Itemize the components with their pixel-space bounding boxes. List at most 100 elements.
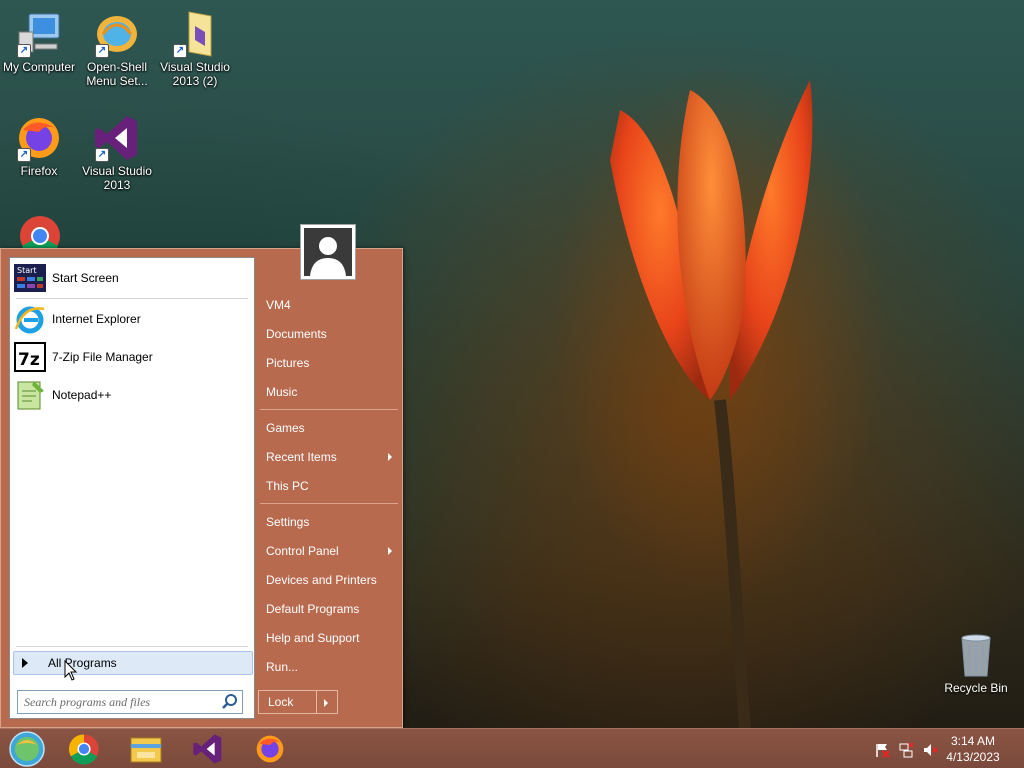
taskbar-file-explorer[interactable]: [126, 732, 166, 766]
menu-item-label: VM4: [266, 298, 291, 312]
firefox-icon: ↗: [15, 114, 63, 162]
chrome-icon: [20, 216, 60, 248]
menu-item-run[interactable]: Run...: [258, 654, 398, 680]
taskbar-firefox[interactable]: [250, 732, 290, 766]
visual-studio-icon: ↗: [93, 114, 141, 162]
program-start-screen[interactable]: Start Start Screen: [14, 261, 250, 295]
program-notepad-plus-plus[interactable]: Notepad++: [14, 378, 250, 412]
seven-zip-icon: 7z: [14, 342, 46, 372]
taskbar: 3:14 AM 4/13/2023: [0, 728, 1024, 768]
menu-item-music[interactable]: Music: [258, 379, 398, 405]
start-screen-icon: Start: [14, 264, 46, 292]
folder-icon: ↗: [171, 10, 219, 58]
recycle-bin-icon: [961, 634, 991, 677]
menu-item-help-and-support[interactable]: Help and Support: [258, 625, 398, 651]
menu-separator: [260, 503, 398, 504]
menu-item-label: This PC: [266, 479, 309, 493]
clock-time: 3:14 AM: [950, 734, 996, 748]
menu-item-games[interactable]: Games: [258, 415, 398, 441]
taskbar-clock[interactable]: 3:14 AM 4/13/2023: [938, 733, 1008, 765]
menu-item-control-panel[interactable]: Control Panel: [258, 538, 398, 564]
visual-studio-icon: [193, 734, 222, 764]
shortcut-arrow-icon: ↗: [17, 44, 31, 58]
svg-text:Start: Start: [17, 266, 37, 275]
search-box[interactable]: [17, 690, 243, 714]
desktop-icon-chrome[interactable]: [18, 214, 62, 248]
desktop-icon-label: Firefox: [20, 164, 58, 178]
all-programs-label: All Programs: [48, 656, 117, 670]
lock-button[interactable]: Lock: [258, 690, 338, 714]
recycle-bin-label: Recycle Bin: [944, 681, 1008, 695]
clock-date: 4/13/2023: [946, 750, 1000, 764]
menu-item-default-programs[interactable]: Default Programs: [258, 596, 398, 622]
shutdown-options-arrow[interactable]: [317, 691, 337, 713]
desktop-icon-label: Visual Studio 2013 (2): [160, 60, 230, 88]
menu-item-label: Run...: [266, 660, 299, 674]
programs-separator: [16, 646, 248, 647]
mouse-cursor-icon: [64, 660, 78, 681]
network-icon[interactable]: [898, 742, 914, 758]
wallpaper-tulip: [610, 80, 813, 730]
menu-item-this-pc[interactable]: This PC: [258, 473, 398, 499]
desktop-icon-recycle-bin[interactable]: Recycle Bin: [940, 630, 1012, 695]
notepad-plus-plus-icon: [17, 381, 44, 410]
chrome-icon: [68, 734, 99, 765]
menu-item-documents[interactable]: Documents: [258, 321, 398, 347]
menu-item-recent-items[interactable]: Recent Items: [258, 444, 398, 470]
all-programs-button[interactable]: All Programs: [13, 651, 253, 675]
menu-item-devices-and-printers[interactable]: Devices and Printers: [258, 567, 398, 593]
menu-item-label: Default Programs: [266, 602, 360, 616]
program-internet-explorer[interactable]: Internet Explorer: [14, 302, 250, 336]
user-icon: [310, 237, 346, 276]
shortcut-arrow-icon: ↗: [17, 148, 31, 162]
program-label: Notepad++: [52, 388, 112, 402]
menu-separator: [260, 409, 398, 410]
desktop-icon-visual-studio-2013-2[interactable]: ↗ Visual Studio 2013 (2): [156, 10, 234, 88]
menu-item-vm4[interactable]: VM4: [258, 292, 398, 318]
submenu-arrow-icon: [388, 453, 392, 461]
desktop-icon-my-computer[interactable]: ↗ My Computer: [0, 10, 78, 74]
desktop-icon-open-shell[interactable]: ↗ Open-Shell Menu Set...: [78, 10, 156, 88]
computer-icon: ↗: [15, 10, 63, 58]
shortcut-arrow-icon: ↗: [173, 44, 187, 58]
volume-muted-icon[interactable]: [922, 742, 938, 758]
menu-item-label: Devices and Printers: [266, 573, 377, 587]
lock-label: Lock: [259, 691, 317, 713]
svg-text:7z: 7z: [18, 350, 40, 370]
submenu-arrow-icon: [388, 547, 392, 555]
menu-item-pictures[interactable]: Pictures: [258, 350, 398, 376]
user-avatar[interactable]: [300, 224, 356, 280]
start-button[interactable]: [6, 731, 48, 767]
program-7zip[interactable]: 7z 7-Zip File Manager: [14, 340, 250, 374]
triangle-right-icon: [22, 658, 28, 668]
program-label: Start Screen: [52, 271, 119, 285]
action-center-flag-icon[interactable]: [874, 742, 890, 758]
search-icon[interactable]: [220, 692, 240, 712]
desktop-icon-label: Open-Shell Menu Set...: [86, 60, 148, 88]
start-orb-icon: [9, 731, 45, 767]
programs-pane: Start Start Screen Internet Explorer 7z …: [9, 257, 255, 719]
internet-explorer-icon: [14, 306, 45, 334]
firefox-icon: [256, 735, 284, 763]
menu-item-label: Recent Items: [266, 450, 337, 464]
program-label: 7-Zip File Manager: [52, 350, 153, 364]
menu-item-settings[interactable]: Settings: [258, 509, 398, 535]
menu-item-label: Music: [266, 385, 298, 399]
programs-separator: [16, 298, 248, 299]
menu-item-label: Control Panel: [266, 544, 339, 558]
start-menu: Start Start Screen Internet Explorer 7z …: [0, 224, 403, 728]
program-label: Internet Explorer: [52, 312, 141, 326]
file-explorer-icon: [130, 737, 162, 763]
menu-item-label: Help and Support: [266, 631, 360, 645]
desktop-icon-label: Visual Studio 2013: [82, 164, 152, 192]
search-input[interactable]: [24, 692, 220, 712]
taskbar-chrome[interactable]: [64, 732, 104, 766]
shortcut-arrow-icon: ↗: [95, 148, 109, 162]
desktop-icon-label: My Computer: [2, 60, 76, 74]
menu-item-label: Pictures: [266, 356, 310, 370]
taskbar-visual-studio[interactable]: [188, 732, 228, 766]
menu-item-label: Games: [266, 421, 305, 435]
desktop-icon-visual-studio-2013[interactable]: ↗ Visual Studio 2013: [78, 114, 156, 192]
desktop-icon-firefox[interactable]: ↗ Firefox: [0, 114, 78, 178]
menu-item-label: Documents: [266, 327, 327, 341]
